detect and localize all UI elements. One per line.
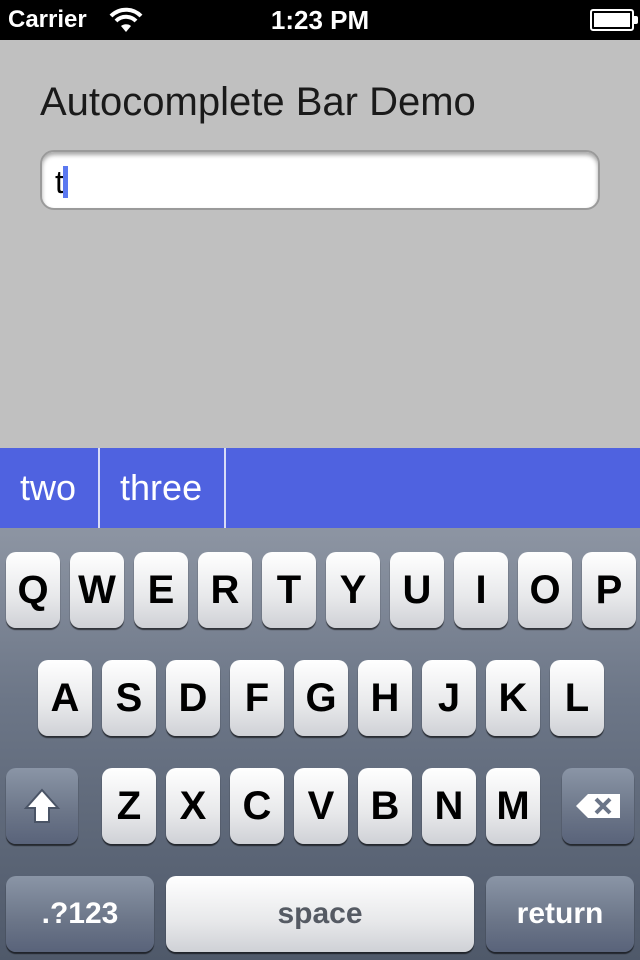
key-o[interactable]: O <box>518 552 572 628</box>
key-v[interactable]: V <box>294 768 348 844</box>
keyboard: Q W E R T Y U I O P A S D F G H J K L Z X C V B N M .?123 space retu… <box>0 528 640 960</box>
key-z[interactable]: Z <box>102 768 156 844</box>
status-time: 1:23 PM <box>270 5 370 35</box>
battery-icon <box>590 9 638 31</box>
space-key[interactable]: space <box>166 876 474 952</box>
app-content: Autocomplete Bar Demo t <box>0 40 640 448</box>
key-q[interactable]: Q <box>6 552 60 628</box>
key-n[interactable]: N <box>422 768 476 844</box>
key-c[interactable]: C <box>230 768 284 844</box>
battery-fill <box>594 13 630 27</box>
key-x[interactable]: X <box>166 768 220 844</box>
key-k[interactable]: K <box>486 660 540 736</box>
status-bar: Carrier 1:23 PM <box>0 0 640 40</box>
backspace-icon <box>562 768 634 844</box>
key-r[interactable]: R <box>198 552 252 628</box>
autocomplete-suggestion[interactable]: two <box>0 448 101 528</box>
key-j[interactable]: J <box>422 660 476 736</box>
key-m[interactable]: M <box>486 768 540 844</box>
text-input[interactable]: t <box>40 150 600 210</box>
key-u[interactable]: U <box>390 552 444 628</box>
autocomplete-bar: two three <box>0 448 640 528</box>
return-key[interactable]: return <box>486 876 634 952</box>
key-p[interactable]: P <box>582 552 636 628</box>
key-b[interactable]: B <box>358 768 412 844</box>
key-h[interactable]: H <box>358 660 412 736</box>
key-e[interactable]: E <box>134 552 188 628</box>
key-i[interactable]: I <box>454 552 508 628</box>
key-w[interactable]: W <box>70 552 124 628</box>
key-a[interactable]: A <box>38 660 92 736</box>
key-t[interactable]: T <box>262 552 316 628</box>
shift-key[interactable] <box>6 768 78 844</box>
key-l[interactable]: L <box>550 660 604 736</box>
key-g[interactable]: G <box>294 660 348 736</box>
numbers-key[interactable]: .?123 <box>6 876 154 952</box>
text-cursor <box>63 166 68 198</box>
key-s[interactable]: S <box>102 660 156 736</box>
shift-icon <box>6 768 78 844</box>
delete-key[interactable] <box>562 768 634 844</box>
autocomplete-suggestion[interactable]: three <box>100 448 227 528</box>
page-title: Autocomplete Bar Demo <box>40 80 476 124</box>
key-f[interactable]: F <box>230 660 284 736</box>
key-d[interactable]: D <box>166 660 220 736</box>
key-y[interactable]: Y <box>326 552 380 628</box>
